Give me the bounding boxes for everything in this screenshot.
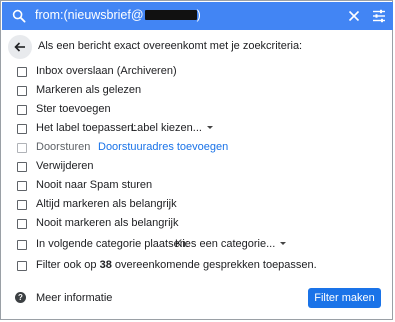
- option-label: Het label toepassen:: [36, 122, 137, 134]
- checkbox[interactable]: [17, 124, 27, 134]
- checkbox[interactable]: [17, 86, 27, 96]
- category-dropdown-text: Kies een categorie...: [175, 238, 276, 250]
- option-also-apply[interactable]: Filter ook op 38 overeenkomende gesprekk…: [1, 257, 394, 276]
- back-button[interactable]: [8, 35, 32, 59]
- option-always-important[interactable]: Altijd markeren als belangrijk: [1, 196, 394, 215]
- option-apply-label[interactable]: Het label toepassen: Label kiezen...: [1, 120, 394, 139]
- option-category[interactable]: In volgende categorie plaatsen: Kies een…: [1, 236, 394, 255]
- search-bar[interactable]: from:(nieuwsbrief@): [2, 2, 393, 30]
- category-dropdown[interactable]: Kies een categorie...: [175, 238, 287, 250]
- close-icon[interactable]: [348, 10, 360, 22]
- option-label: Doorsturen: [36, 141, 91, 153]
- option-label: In volgende categorie plaatsen:: [36, 238, 189, 250]
- option-label: Markeren als gelezen: [36, 84, 142, 96]
- option-label: Nooit naar Spam sturen: [36, 179, 153, 191]
- option-forward[interactable]: Doorsturen Doorstuuradres toevoegen: [1, 139, 394, 158]
- option-skip-inbox[interactable]: Inbox overslaan (Archiveren): [1, 63, 394, 82]
- search-query-suffix: ): [196, 8, 201, 22]
- checkbox[interactable]: [17, 200, 27, 210]
- help-icon[interactable]: ?: [15, 292, 26, 303]
- option-label: Inbox overslaan (Archiveren): [36, 65, 177, 77]
- search-icon[interactable]: [12, 9, 26, 23]
- criteria-heading: Als een bericht exact overeenkomt met je…: [38, 40, 303, 52]
- also-apply-prefix: Filter ook op: [36, 259, 97, 271]
- tune-icon[interactable]: [372, 9, 386, 23]
- label-dropdown-text: Label kiezen...: [131, 122, 202, 134]
- search-query[interactable]: from:(nieuwsbrief@): [35, 8, 201, 22]
- filter-dialog: from:(nieuwsbrief@) Als een bericht exac…: [0, 0, 393, 320]
- checkbox[interactable]: [17, 162, 27, 172]
- checkbox[interactable]: [17, 105, 27, 115]
- checkbox[interactable]: [17, 143, 27, 153]
- option-never-spam[interactable]: Nooit naar Spam sturen: [1, 177, 394, 196]
- add-forward-address-link[interactable]: Doorstuuradres toevoegen: [98, 141, 228, 153]
- checkbox[interactable]: [17, 219, 27, 229]
- option-label: Filter ook op 38 overeenkomende gesprekk…: [36, 259, 317, 271]
- option-label: Altijd markeren als belangrijk: [36, 198, 177, 210]
- more-info-link[interactable]: Meer informatie: [36, 292, 112, 304]
- checkbox[interactable]: [17, 261, 27, 271]
- search-query-text: from:(nieuwsbrief@: [35, 8, 144, 22]
- dropdown-caret-icon: [206, 126, 213, 129]
- dropdown-caret-icon: [280, 242, 287, 245]
- checkbox[interactable]: [17, 181, 27, 191]
- option-never-important[interactable]: Nooit markeren als belangrijk: [1, 215, 394, 234]
- label-dropdown[interactable]: Label kiezen...: [131, 122, 213, 134]
- option-label: Verwijderen: [36, 160, 94, 172]
- option-mark-read[interactable]: Markeren als gelezen: [1, 82, 394, 101]
- checkbox[interactable]: [17, 67, 27, 77]
- create-filter-button[interactable]: Filter maken: [308, 288, 381, 308]
- option-delete[interactable]: Verwijderen: [1, 158, 394, 177]
- redacted-block: [144, 10, 197, 20]
- checkbox[interactable]: [17, 240, 27, 250]
- arrow-back-icon: [14, 42, 25, 52]
- also-apply-suffix: overeenkomende gesprekken toepassen.: [114, 259, 317, 271]
- option-star[interactable]: Ster toevoegen: [1, 101, 394, 120]
- matching-count: 38: [99, 259, 112, 271]
- option-label: Nooit markeren als belangrijk: [36, 217, 179, 229]
- option-label: Ster toevoegen: [36, 103, 111, 115]
